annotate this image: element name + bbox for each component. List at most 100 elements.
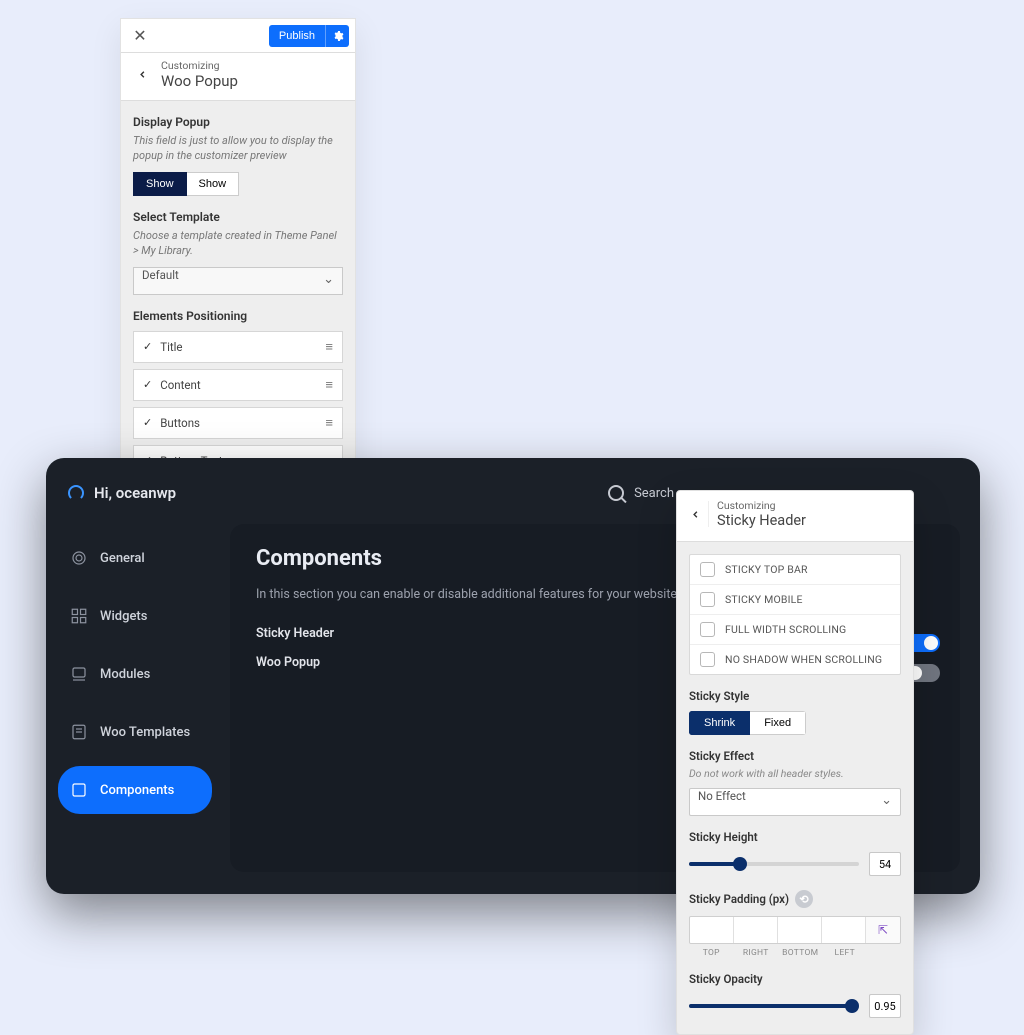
check-label: STICKY MOBILE	[725, 593, 803, 606]
sidebar-label: Woo Templates	[100, 725, 190, 740]
dashboard-sidebar: General Widgets Modules Woo Templates Co…	[58, 524, 212, 872]
sticky-height-value[interactable]: 54	[869, 852, 901, 876]
sidebar-item-modules[interactable]: Modules	[58, 650, 212, 698]
check-label: FULL WIDTH SCROLLING	[725, 623, 846, 636]
checkbox-icon[interactable]	[700, 652, 715, 667]
padding-side-label: RIGHT	[734, 948, 779, 958]
sticky-check-row[interactable]: STICKY TOP BAR	[690, 555, 900, 585]
sticky-effect-dropdown[interactable]: No Effect	[689, 788, 901, 816]
element-name: Content	[160, 378, 200, 392]
padding-right-input[interactable]	[734, 917, 778, 943]
sticky-check-row[interactable]: STICKY MOBILE	[690, 585, 900, 615]
oceanwp-logo-icon	[68, 485, 84, 501]
sticky-padding-inputs: ⇱	[689, 916, 901, 944]
sticky-opacity-row: 0.95	[689, 994, 901, 1018]
publish-options-button[interactable]	[325, 25, 349, 47]
sticky-style-shrink[interactable]: Shrink	[689, 711, 750, 735]
sticky-check-row[interactable]: FULL WIDTH SCROLLING	[690, 615, 900, 645]
padding-side-label: LEFT	[823, 948, 868, 958]
checkbox-icon[interactable]	[700, 622, 715, 637]
sidebar-item-general[interactable]: General	[58, 534, 212, 582]
woo-topbar: ✕ Publish	[121, 19, 355, 53]
widgets-icon	[70, 607, 88, 625]
element-name: Buttons	[160, 416, 200, 430]
sticky-opacity-label: Sticky Opacity	[689, 972, 901, 986]
close-icon[interactable]: ✕	[127, 23, 153, 49]
sidebar-label: Widgets	[100, 609, 147, 624]
elements-positioning-item[interactable]: ✓ Title ≡	[133, 331, 343, 363]
woo-panel-header: Customizing Woo Popup	[121, 53, 355, 101]
sidebar-item-woo-templates[interactable]: Woo Templates	[58, 708, 212, 756]
greeting: Hi, oceanwp	[94, 484, 176, 502]
sticky-padding-label: Sticky Padding (px) ⟲	[689, 890, 901, 908]
publish-button[interactable]: Publish	[269, 25, 325, 47]
back-button[interactable]	[129, 62, 155, 88]
padding-link-button[interactable]: ⇱	[866, 917, 900, 943]
elements-positioning-label: Elements Positioning	[133, 309, 343, 323]
gear-icon	[332, 30, 344, 42]
sticky-panel-body: STICKY TOP BAR STICKY MOBILE FULL WIDTH SC…	[677, 542, 913, 1034]
checkbox-icon[interactable]	[700, 592, 715, 607]
checkbox-icon[interactable]	[700, 562, 715, 577]
sticky-height-slider[interactable]	[689, 862, 859, 866]
search[interactable]: Search	[608, 485, 674, 501]
sidebar-label: General	[100, 551, 145, 566]
panel-title: Sticky Header	[717, 512, 806, 529]
chevron-left-icon	[690, 509, 701, 520]
sticky-opacity-value[interactable]: 0.95	[869, 994, 901, 1018]
display-popup-label: Display Popup	[133, 115, 343, 129]
drag-handle-icon[interactable]: ≡	[325, 415, 333, 431]
elements-positioning-list: ✓Title≡✓Content≡✓Buttons≡✓Bottom Text≡	[133, 331, 343, 477]
sticky-padding-text: Sticky Padding (px)	[689, 892, 789, 906]
modules-icon	[70, 665, 88, 683]
chevron-left-icon	[137, 69, 148, 80]
link-values-icon[interactable]: ⟲	[795, 890, 813, 908]
padding-side-label: BOTTOM	[778, 948, 823, 958]
check-label: NO SHADOW WHEN SCROLLING	[725, 653, 882, 666]
padding-top-input[interactable]	[690, 917, 734, 943]
elements-positioning-item[interactable]: ✓ Buttons ≡	[133, 407, 343, 439]
elements-positioning-item[interactable]: ✓ Content ≡	[133, 369, 343, 401]
select-template-desc: Choose a template created in Theme Panel…	[133, 228, 343, 259]
panel-kicker: Customizing	[717, 499, 806, 512]
general-icon	[70, 549, 88, 567]
sticky-style-fixed[interactable]: Fixed	[750, 711, 806, 735]
components-icon	[70, 781, 88, 799]
sticky-panel-header: Customizing Sticky Header	[677, 491, 913, 542]
sidebar-item-components[interactable]: Components	[58, 766, 212, 814]
sidebar-item-widgets[interactable]: Widgets	[58, 592, 212, 640]
check-icon: ✓	[143, 340, 152, 353]
drag-handle-icon[interactable]: ≡	[325, 339, 333, 355]
brand: Hi, oceanwp	[68, 484, 176, 502]
publish-group: Publish	[269, 25, 349, 47]
select-template-label: Select Template	[133, 210, 343, 224]
padding-bottom-input[interactable]	[778, 917, 822, 943]
sticky-style-toggle: Shrink Fixed	[689, 711, 806, 735]
search-label: Search	[634, 486, 674, 501]
sticky-header-customizer-panel: Customizing Sticky Header STICKY TOP BAR…	[676, 490, 914, 1035]
padding-side-label: TOP	[689, 948, 734, 958]
sticky-height-row: 54	[689, 852, 901, 876]
sticky-style-label: Sticky Style	[689, 689, 901, 703]
check-icon: ✓	[143, 378, 152, 391]
woo-templates-icon	[70, 723, 88, 741]
display-popup-desc: This field is just to allow you to displ…	[133, 133, 343, 164]
select-template-dropdown[interactable]: Default	[133, 267, 343, 295]
sticky-opacity-slider[interactable]	[689, 1004, 859, 1008]
panel-title: Woo Popup	[161, 72, 238, 90]
check-icon: ✓	[143, 416, 152, 429]
woo-popup-customizer-panel: ✕ Publish Customizing Woo Popup Display …	[120, 18, 356, 500]
sticky-effect-label: Sticky Effect	[689, 749, 901, 763]
display-popup-toggle: Show Show	[133, 172, 343, 196]
sticky-check-row[interactable]: NO SHADOW WHEN SCROLLING	[690, 645, 900, 674]
drag-handle-icon[interactable]: ≡	[325, 377, 333, 393]
back-button[interactable]	[683, 501, 709, 527]
sidebar-label: Components	[100, 783, 174, 798]
sticky-checklist: STICKY TOP BAR STICKY MOBILE FULL WIDTH SC…	[689, 554, 901, 675]
sticky-height-label: Sticky Height	[689, 830, 901, 844]
display-popup-show-2[interactable]: Show	[187, 172, 240, 196]
display-popup-show-1[interactable]: Show	[133, 172, 187, 196]
element-name: Title	[160, 340, 182, 354]
search-icon	[608, 485, 624, 501]
padding-left-input[interactable]	[822, 917, 866, 943]
